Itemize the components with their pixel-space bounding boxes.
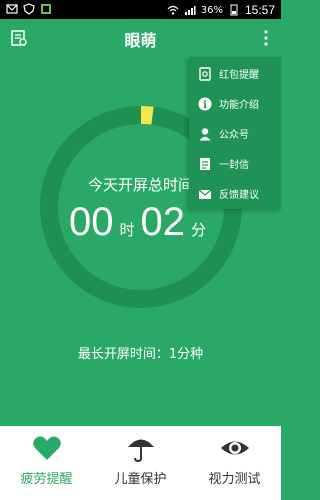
menu-item-label: 功能介绍 xyxy=(219,100,259,111)
eye-icon xyxy=(221,441,249,455)
nav-label: 儿童保护 xyxy=(114,472,167,487)
heart-icon xyxy=(33,436,61,460)
person-icon xyxy=(199,127,211,140)
battery-icon xyxy=(230,4,238,16)
hours-unit: 时 xyxy=(119,221,135,239)
max-time-label: 最长开屏时间： xyxy=(77,347,169,362)
nav-label: 视力测试 xyxy=(208,472,261,487)
menu-item-public-account[interactable]: 公众号 xyxy=(189,119,281,148)
hours-value: 00 xyxy=(68,200,114,244)
nav-fatigue-reminder[interactable]: 疲劳提醒 xyxy=(0,426,93,500)
mail-icon xyxy=(6,4,18,14)
info-icon: i xyxy=(198,97,212,111)
menu-item-label: 反馈建议 xyxy=(219,190,259,201)
shield-icon xyxy=(23,3,35,15)
menu-item-features[interactable]: i 功能介绍 xyxy=(189,89,281,118)
max-screen-time: 最长开屏时间：1分种 xyxy=(0,343,281,362)
minutes-value: 02 xyxy=(140,200,186,244)
battery-percent: 36% xyxy=(200,4,223,16)
minutes-unit: 分 xyxy=(191,221,207,239)
menu-item-label: 一封信 xyxy=(219,160,249,171)
menu-item-label: 红包提醒 xyxy=(219,70,259,81)
menu-item-letter[interactable]: 一封信 xyxy=(189,149,281,178)
svg-text:i: i xyxy=(203,100,207,111)
more-vertical-icon[interactable] xyxy=(261,29,271,47)
menu-item-feedback[interactable]: 反馈建议 xyxy=(189,179,281,208)
signal-icon xyxy=(184,6,196,15)
wifi-icon xyxy=(167,5,179,15)
overflow-menu: 红包提醒 i 功能介绍 公众号 一封信 反馈建议 xyxy=(189,57,281,209)
app-title: 眼萌 xyxy=(124,31,157,50)
document-icon xyxy=(200,157,210,170)
nav-vision-test[interactable]: 视力测试 xyxy=(188,426,281,500)
red-packet-icon xyxy=(199,66,211,81)
mail-icon xyxy=(198,189,212,199)
menu-item-red-packet[interactable]: 红包提醒 xyxy=(189,59,281,88)
gallery-icon xyxy=(41,4,51,14)
bottom-nav: 疲劳提醒 儿童保护 视力测试 xyxy=(0,426,281,500)
nav-label: 疲劳提醒 xyxy=(20,472,73,487)
status-bar: 36% 15:57 xyxy=(0,0,281,19)
max-time-value: 1分种 xyxy=(168,347,204,362)
umbrella-icon xyxy=(128,439,154,462)
clock: 15:57 xyxy=(244,3,275,17)
app-bar: 眼萌 xyxy=(0,19,281,57)
nav-child-protection[interactable]: 儿童保护 xyxy=(94,426,187,500)
menu-item-label: 公众号 xyxy=(219,130,249,141)
